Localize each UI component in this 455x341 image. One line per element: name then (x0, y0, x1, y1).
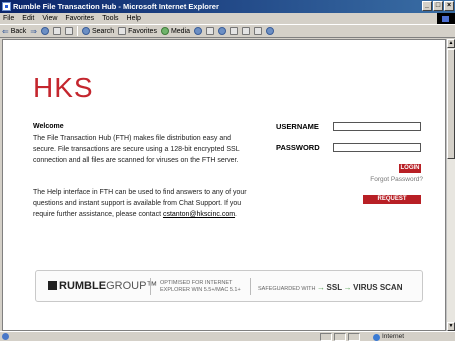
back-label: Back (10, 27, 27, 35)
window-title: Rumble File Transaction Hub - Microsoft … (13, 2, 219, 11)
footer-separator (150, 278, 151, 295)
optimised-line-2: EXPLORER WIN 5.5+/MAC 5.1+ (160, 287, 241, 293)
brand-bold: RUMBLE (59, 280, 107, 292)
vertical-scrollbar[interactable]: ▲ ▼ (446, 39, 455, 331)
menu-help[interactable]: Help (127, 13, 141, 24)
search-button[interactable]: Search (81, 27, 115, 35)
username-label: USERNAME (276, 122, 319, 131)
footer-separator (250, 278, 251, 295)
scroll-down-icon[interactable]: ▼ (447, 322, 455, 331)
security-note: SAFEGUARDED WITH → SSL → VIRUS SCAN (258, 283, 402, 292)
username-input[interactable] (333, 122, 421, 131)
menu-file[interactable]: File (3, 13, 14, 24)
favorites-button[interactable]: Favorites (118, 27, 157, 35)
status-cell (348, 333, 360, 341)
security-zone: Internet (372, 333, 404, 341)
menu-tools[interactable]: Tools (102, 13, 118, 24)
page-status-icon (2, 333, 9, 340)
close-button[interactable]: × (444, 1, 454, 11)
request-account-button[interactable]: REQUEST ACCOUNT (363, 195, 421, 211)
maximize-button[interactable]: □ (433, 1, 443, 11)
menu-bar: File Edit View Favorites Tools Help (0, 13, 455, 24)
menu-view[interactable]: View (42, 13, 57, 24)
window-titlebar: Rumble File Transaction Hub - Microsoft … (0, 0, 455, 13)
favorites-label: Favorites (128, 27, 157, 35)
messenger-icon[interactable] (254, 27, 263, 35)
rumblegroup-logo: RUMBLEGROUP™ (48, 280, 157, 292)
status-bar: Internet (0, 331, 455, 341)
discuss-icon[interactable] (242, 27, 251, 35)
favorites-icon (118, 27, 127, 35)
forward-button[interactable]: ⇒ (30, 27, 37, 36)
ie-icon (2, 2, 11, 11)
help-text-end: . (235, 211, 237, 218)
arrow-icon: → (343, 283, 352, 292)
arrow-icon: → (316, 283, 325, 292)
intro-paragraph: The File Transaction Hub (FTH) makes fil… (33, 135, 240, 164)
footer-banner: RUMBLEGROUP™ OPTIMISED FOR INTERNET EXPL… (35, 270, 423, 302)
optimised-line-1: OPTIMISED FOR INTERNET (160, 280, 233, 286)
safeguarded-text: SAFEGUARDED WITH (258, 286, 316, 292)
scroll-thumb[interactable] (447, 49, 455, 159)
search-label: Search (91, 27, 115, 35)
browser-support-note: OPTIMISED FOR INTERNET EXPLORER WIN 5.5+… (160, 280, 241, 294)
stop-icon[interactable] (40, 27, 49, 35)
password-input[interactable] (333, 143, 421, 152)
login-button[interactable]: LOGIN (399, 164, 421, 173)
window-controls: _ □ × (422, 1, 454, 11)
ssl-text: SSL (326, 283, 343, 292)
forward-arrow-icon: ⇒ (30, 26, 37, 36)
brand-light: GROUP (106, 280, 147, 292)
status-cell (334, 333, 346, 341)
contact-email-link[interactable]: cstanton@hkscinc.com (163, 211, 235, 218)
status-cell (320, 333, 332, 341)
page-viewport: HKS Welcome The File Transaction Hub (FT… (2, 39, 446, 331)
search-icon (81, 27, 90, 35)
refresh-icon[interactable] (52, 27, 61, 35)
research-icon[interactable] (266, 27, 275, 35)
menu-edit[interactable]: Edit (22, 13, 34, 24)
password-label: PASSWORD (276, 143, 320, 152)
print-icon[interactable] (218, 27, 227, 35)
home-icon[interactable] (64, 27, 73, 35)
brand-tm: ™ (146, 280, 158, 292)
history-icon[interactable] (194, 27, 203, 35)
hks-logo: HKS (33, 72, 94, 103)
toolbar-separator (76, 26, 78, 36)
edit-icon[interactable] (230, 27, 239, 35)
welcome-heading: Welcome (33, 123, 64, 130)
back-button[interactable]: ⇐ Back (2, 27, 26, 36)
media-button[interactable]: Media (160, 27, 191, 35)
menu-favorites[interactable]: Favorites (65, 13, 94, 24)
forgot-password-link[interactable]: Forgot Password? (363, 176, 423, 183)
mail-icon[interactable] (206, 27, 215, 35)
minimize-button[interactable]: _ (422, 1, 432, 11)
rumble-mark-icon (48, 281, 57, 290)
help-paragraph: The Help interface in FTH can be used to… (33, 187, 248, 220)
back-arrow-icon: ⇐ (2, 26, 9, 36)
virus-scan-text: VIRUS SCAN (353, 283, 403, 292)
scroll-up-icon[interactable]: ▲ (447, 39, 455, 48)
media-label: Media (170, 27, 191, 35)
browser-toolbar: ⇐ Back ⇒ Search Favorites Media (0, 24, 455, 38)
media-icon (160, 27, 169, 35)
